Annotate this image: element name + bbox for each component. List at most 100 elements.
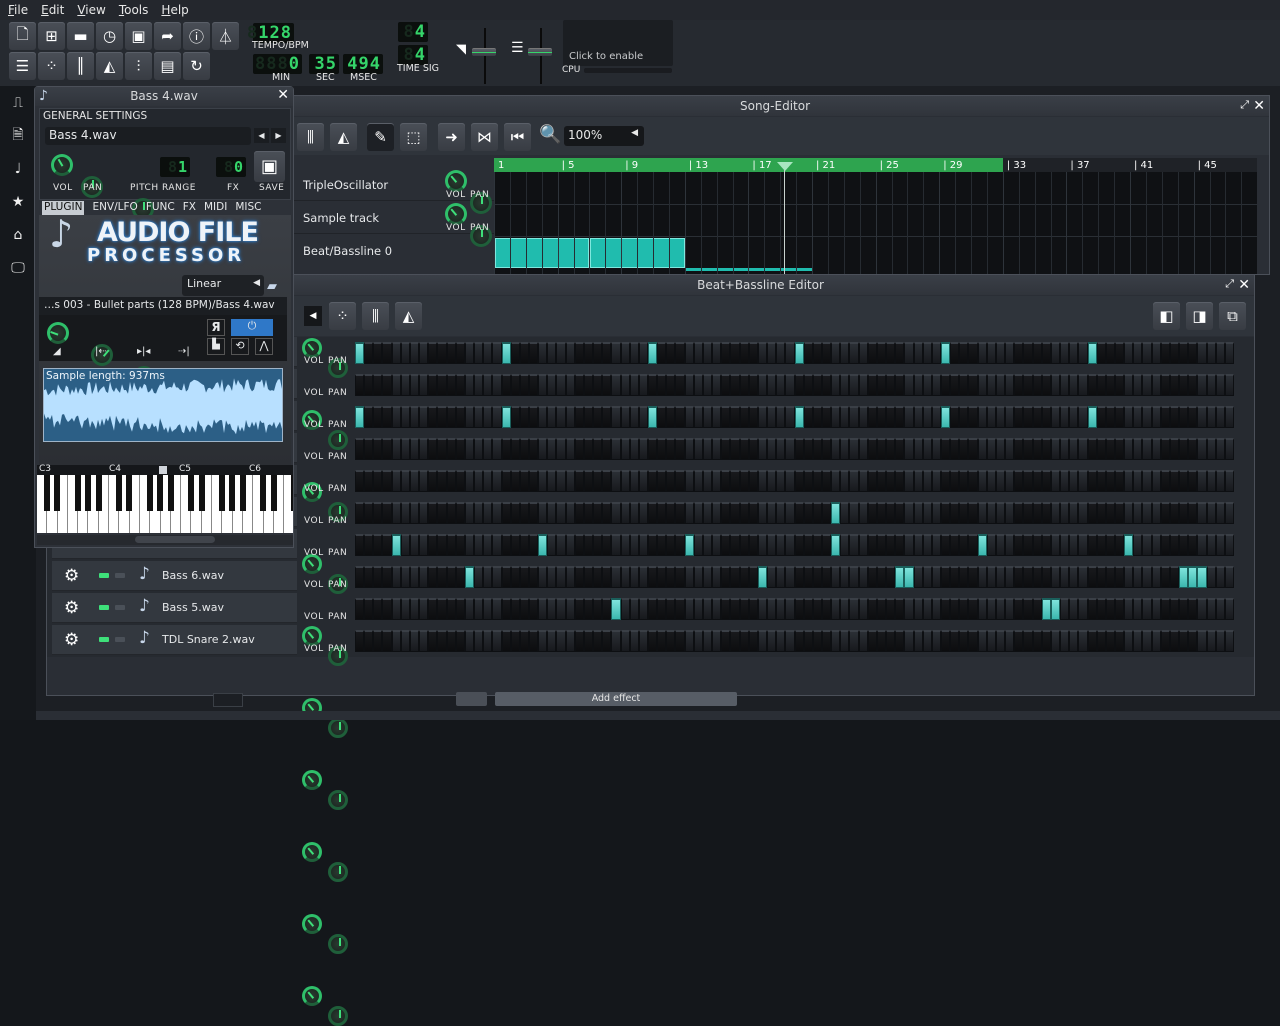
reverse-button[interactable]: Я (207, 319, 225, 336)
timeline-ruler[interactable]: 1 | 5 | 9 | 13 | 17 | 21 | 25 | 29 | 33 | 37 | 41 |… (494, 158, 1257, 172)
step-button[interactable] (675, 534, 685, 556)
step-button[interactable] (464, 342, 475, 364)
step-button[interactable] (1105, 342, 1115, 364)
step-button[interactable] (1197, 534, 1207, 556)
step-button[interactable] (382, 598, 392, 620)
step-button[interactable] (501, 566, 511, 588)
step-button[interactable] (400, 374, 410, 396)
song-editor-button[interactable]: ☰ (9, 52, 36, 80)
step-button[interactable] (428, 598, 438, 620)
step-button[interactable] (794, 470, 804, 492)
gear-icon[interactable]: ⚙ (64, 598, 79, 618)
step-button[interactable] (1215, 502, 1225, 524)
step-button[interactable] (922, 534, 932, 556)
step-button[interactable] (657, 502, 667, 524)
what-is-this-button[interactable]: ⓘ (183, 22, 210, 50)
step-button[interactable] (583, 342, 594, 364)
step-button[interactable] (1087, 342, 1097, 364)
step-button[interactable] (1160, 502, 1170, 524)
step-button[interactable] (950, 598, 960, 620)
step-button[interactable] (1014, 630, 1024, 652)
step-button[interactable] (1014, 566, 1024, 588)
step-button[interactable] (959, 534, 969, 556)
stop-behaviour-button[interactable]: ⏮ (504, 123, 531, 151)
step-button[interactable] (1160, 374, 1170, 396)
step-button[interactable] (547, 406, 557, 428)
step-button[interactable] (437, 502, 447, 524)
step-button[interactable] (464, 630, 475, 652)
step-button[interactable] (886, 566, 896, 588)
step-button[interactable] (968, 470, 978, 492)
step-button[interactable] (1105, 438, 1115, 460)
step-button[interactable] (519, 374, 529, 396)
sidebar-my-home[interactable]: ⌂ (0, 218, 36, 251)
master-pitch-slider-track[interactable] (540, 28, 542, 84)
piano-roll-button[interactable]: ║ (67, 52, 94, 80)
step-button[interactable] (1041, 534, 1051, 556)
step-button[interactable] (400, 598, 410, 620)
metronome-button[interactable]: ⏃ (212, 22, 239, 50)
maximize-icon[interactable]: ⤢ (1240, 98, 1249, 112)
step-button[interactable] (757, 630, 768, 652)
step-button[interactable] (409, 470, 420, 492)
step-button[interactable] (950, 470, 960, 492)
step-button[interactable] (1005, 630, 1015, 652)
step-button[interactable] (693, 470, 703, 492)
step-button[interactable] (995, 534, 1006, 556)
step-button[interactable] (382, 406, 392, 428)
step-button[interactable] (492, 438, 502, 460)
step-button[interactable] (620, 502, 630, 524)
step-button[interactable] (611, 470, 621, 492)
step-button[interactable] (1078, 534, 1088, 556)
step-button[interactable] (858, 470, 868, 492)
step-button[interactable] (611, 502, 621, 524)
step-button[interactable] (1032, 598, 1042, 620)
step-button[interactable] (849, 438, 859, 460)
step-button[interactable] (748, 374, 758, 396)
step-button[interactable] (1023, 598, 1033, 620)
step-button[interactable] (1041, 566, 1051, 588)
step-button[interactable] (638, 566, 648, 588)
sidebar-my-presets[interactable]: ★ (0, 185, 36, 218)
step-button[interactable] (1224, 470, 1234, 492)
piano-black-key[interactable] (54, 475, 61, 511)
step-button[interactable] (684, 438, 694, 460)
step-button[interactable] (1160, 438, 1170, 460)
step-button[interactable] (858, 630, 868, 652)
step-button[interactable] (950, 566, 960, 588)
step-button[interactable] (1124, 406, 1134, 428)
step-button[interactable] (702, 438, 713, 460)
step-button[interactable] (986, 438, 996, 460)
step-button[interactable] (446, 502, 456, 524)
step-button[interactable] (931, 342, 941, 364)
step-button[interactable] (1060, 502, 1070, 524)
solo-led[interactable] (115, 605, 125, 610)
step-button[interactable] (1041, 630, 1051, 652)
step-button[interactable] (757, 566, 768, 588)
step-button[interactable] (941, 598, 951, 620)
step-button[interactable] (364, 630, 374, 652)
draw-mode-button[interactable]: ✎ (367, 123, 394, 151)
step-button[interactable] (547, 342, 557, 364)
step-button[interactable] (785, 470, 795, 492)
step-button[interactable] (464, 598, 475, 620)
step-button[interactable] (1179, 630, 1189, 652)
step-button[interactable] (1005, 598, 1015, 620)
step-button[interactable] (611, 342, 621, 364)
step-button[interactable] (510, 534, 520, 556)
step-button[interactable] (922, 566, 932, 588)
step-button[interactable] (1078, 566, 1088, 588)
step-button[interactable] (556, 598, 566, 620)
maximize-icon[interactable]: ⤢ (1225, 277, 1234, 291)
step-button[interactable] (1023, 630, 1033, 652)
step-button[interactable] (455, 374, 465, 396)
step-button[interactable] (995, 406, 1006, 428)
step-button[interactable] (583, 502, 594, 524)
step-button[interactable] (950, 630, 960, 652)
step-button[interactable] (1023, 374, 1033, 396)
step-button[interactable] (986, 470, 996, 492)
step-button[interactable] (492, 630, 502, 652)
step-button[interactable] (1014, 342, 1024, 364)
step-button[interactable] (849, 534, 859, 556)
step-button[interactable] (904, 566, 914, 588)
